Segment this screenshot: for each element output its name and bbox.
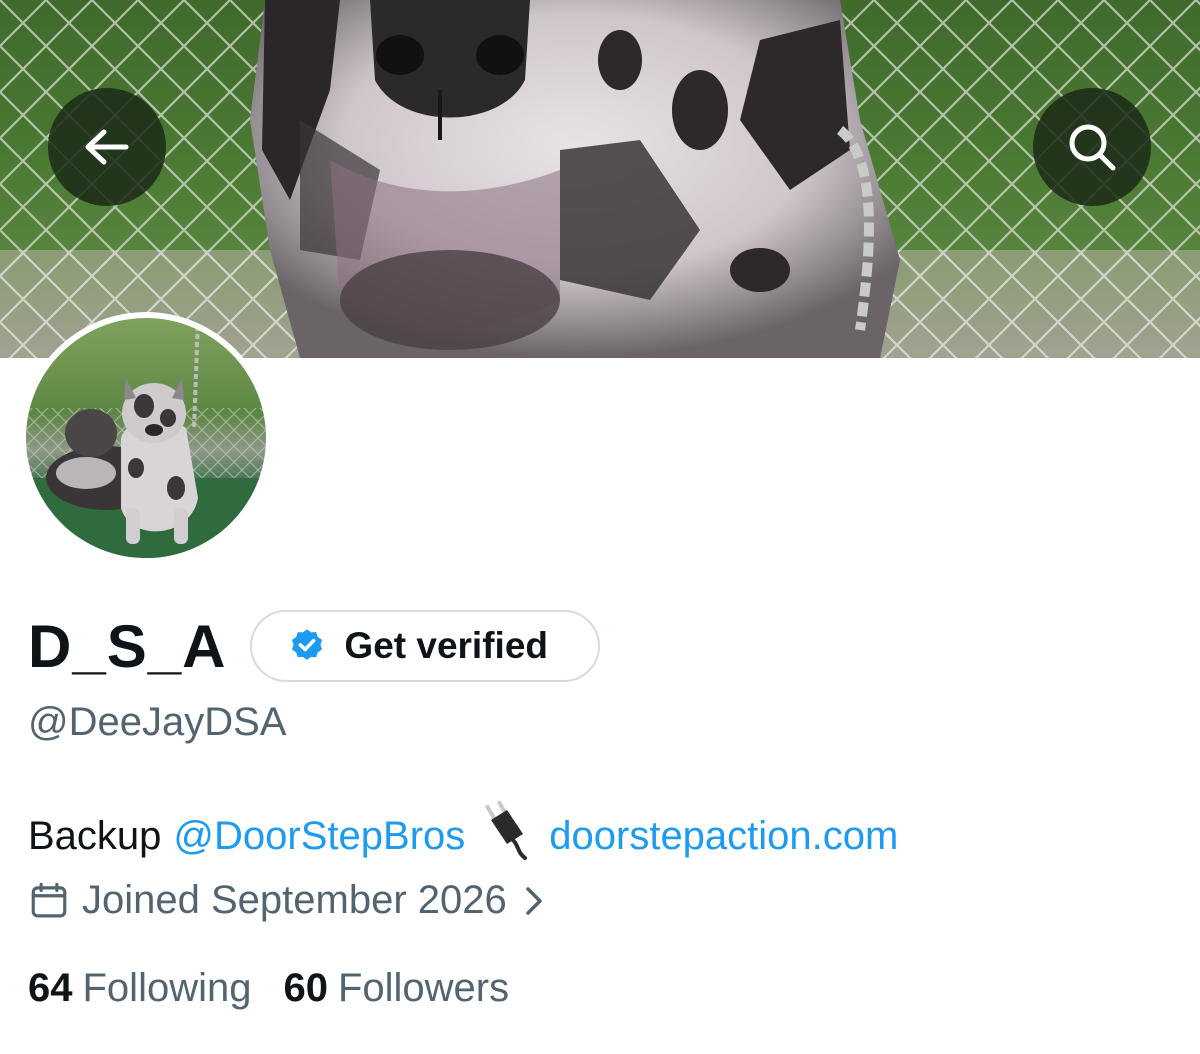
bio-text: Backup — [28, 813, 162, 858]
avatar[interactable] — [20, 312, 272, 564]
followers-count: 60 — [283, 966, 328, 1010]
follow-stats: 64 Following 60 Followers — [28, 966, 509, 1011]
followers-label: Followers — [337, 966, 510, 1010]
calendar-icon — [31, 882, 67, 917]
following-label: Following — [82, 966, 252, 1010]
display-name: D_S_A — [28, 612, 227, 680]
verified-badge-icon — [292, 629, 323, 660]
profile-handle: @DeeJayDSA — [28, 700, 287, 744]
bio-website-link[interactable]: doorstepaction.com — [549, 814, 898, 859]
followers-link[interactable]: 60 Followers — [283, 966, 509, 1011]
bio-mention-link[interactable]: @DoorStepBros — [173, 814, 465, 859]
banner-image — [0, 0, 1200, 358]
get-verified-label: Get verified — [344, 625, 548, 666]
electric-plug-emoji — [483, 800, 535, 872]
search-icon — [1069, 124, 1116, 171]
profile-banner[interactable] — [0, 0, 1200, 358]
chevron-right-icon — [526, 886, 542, 915]
back-button[interactable] — [48, 88, 166, 206]
following-count: 64 — [28, 966, 73, 1010]
search-button[interactable] — [1033, 88, 1151, 206]
name-row: D_S_A Get verified — [28, 608, 601, 684]
joined-date[interactable]: Joined September 2026 — [28, 878, 545, 923]
arrow-left-icon — [85, 129, 129, 165]
avatar-image — [26, 318, 266, 558]
profile-bio: Backup @DoorStepBros doorstepaction.com — [28, 800, 898, 872]
following-link[interactable]: 64 Following — [28, 966, 251, 1011]
get-verified-button[interactable]: Get verified — [250, 610, 601, 682]
joined-text: Joined September 2026 — [82, 878, 507, 922]
